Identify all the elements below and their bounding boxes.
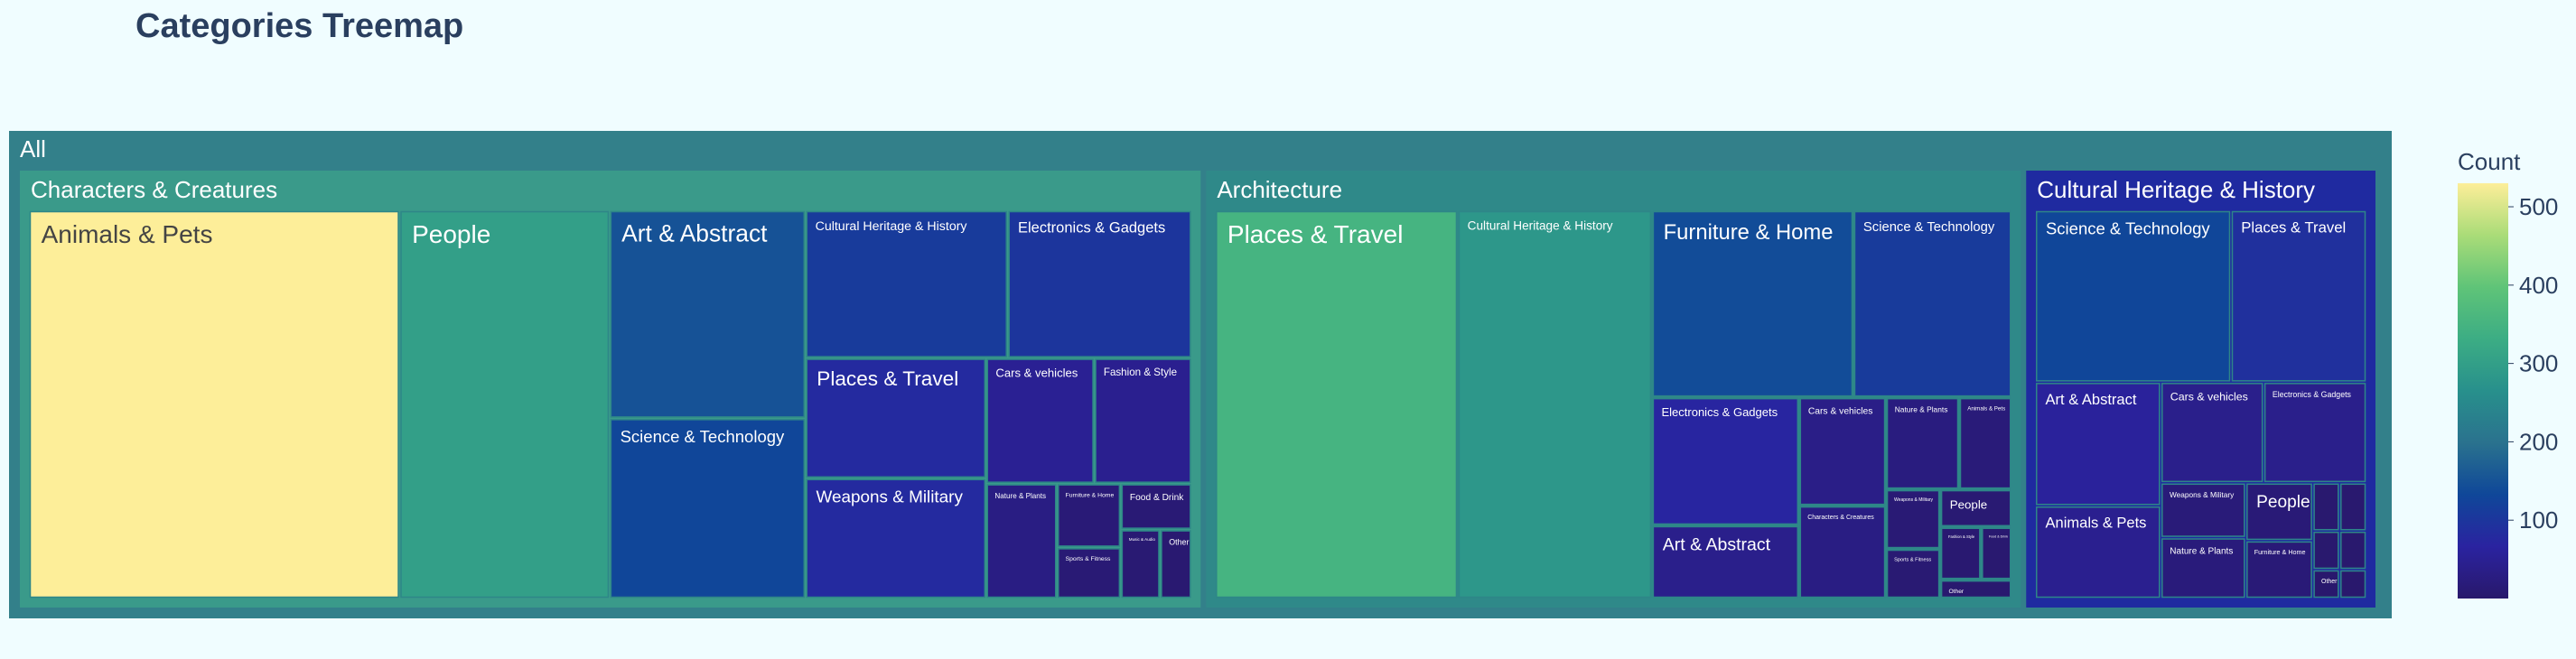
treemap-tile-label: Cultural Heritage & History [1468, 219, 1613, 233]
treemap-tile-label: Places & Travel [817, 367, 958, 390]
treemap-tile-label: People [1950, 497, 1987, 511]
colorbar-tick-label: 500 [2519, 193, 2558, 220]
treemap-tile-label: Animals & Pets [42, 220, 213, 248]
treemap-tile-label: Places & Travel [2241, 219, 2346, 237]
treemap-tile-label: Art & Abstract [2046, 392, 2137, 408]
treemap-tile-label: Science & Technology [621, 427, 785, 446]
treemap-tile-architecture-places-and-travel[interactable] [1216, 210, 1458, 599]
treemap-tile-architecture-animals-and-pets[interactable] [1959, 397, 2011, 489]
treemap-tile-label: Other [1948, 589, 1964, 595]
treemap-tile-cultural-heritage-and-history-characters-and-creatures[interactable] [2340, 570, 2366, 599]
colorbar-tick-label: 100 [2519, 506, 2558, 534]
colorbar [2458, 183, 2508, 599]
treemap-tile-characters-and-creatures-nature-and-plants[interactable] [986, 484, 1057, 599]
colorbar-tick-label: 200 [2519, 428, 2558, 455]
treemap-tile-characters-and-creatures-people[interactable] [400, 210, 610, 599]
colorbar-tick-label: 300 [2519, 350, 2558, 377]
treemap-tile-label: Nature & Plants [1895, 405, 1948, 414]
treemap-tile-label: Sports & Fitness [1894, 558, 1931, 563]
treemap-tile-characters-and-creatures-animals-and-pets[interactable] [29, 210, 399, 599]
treemap-tile-label: Fashion & Style [1104, 367, 1177, 378]
treemap-tile-cultural-heritage-and-history-food-and-drink[interactable] [2313, 531, 2339, 570]
treemap-tile-cultural-heritage-and-history-places-and-travel[interactable] [2231, 210, 2366, 382]
treemap-tile-characters-and-creatures-science-and-technology[interactable] [610, 419, 806, 599]
treemap-tile-label: Animals & Pets [1967, 405, 2005, 412]
treemap-root-label: All [20, 135, 46, 162]
colorbar-tick-label: 400 [2519, 272, 2558, 299]
treemap-tile-label: Characters & Creatures [1807, 515, 1874, 521]
treemap-tile-label: Weapons & Military [2170, 490, 2235, 499]
treemap-tile-label: Weapons & Military [817, 488, 964, 507]
treemap-tile-label: Food & Drink [1130, 493, 1184, 503]
treemap-tile-cultural-heritage-and-history-sports-and-fitness[interactable] [2340, 483, 2366, 531]
treemap-tile-label: Fashion & Style [1948, 534, 1975, 539]
treemap-tile-characters-and-creatures-food-and-drink[interactable] [1121, 484, 1191, 529]
treemap-tile-label: Other [2321, 579, 2338, 585]
treemap-tile-label: Sports & Fitness [1066, 556, 1111, 562]
treemap-tile-label: Nature & Plants [994, 492, 1046, 500]
treemap-parent-label: Characters & Creatures [31, 176, 277, 203]
treemap-parent-label: Cultural Heritage & History [2037, 176, 2315, 203]
treemap-tile-label: Nature & Plants [2170, 547, 2233, 557]
treemap-tile-label: Art & Abstract [1663, 534, 1771, 554]
treemap-tile-label: Cars & vehicles [1808, 406, 1873, 416]
treemap-tile-label: People [412, 220, 490, 248]
treemap-tile-label: Art & Abstract [621, 219, 768, 246]
treemap-tile-label: Other [1169, 537, 1189, 546]
treemap-tile-label: Furniture & Home [1664, 220, 1834, 245]
treemap-tile-label: Science & Technology [2046, 218, 2210, 237]
treemap-tile-label: Places & Travel [1227, 220, 1404, 248]
treemap-tile-label: Animals & Pets [2046, 515, 2147, 532]
treemap-tile-architecture-cultural-heritage-and-history[interactable] [1458, 210, 1652, 599]
treemap-tile-label: People [2256, 493, 2310, 512]
treemap-tile-label: Music & Audio [1129, 537, 1156, 542]
treemap-tile-label: Electronics & Gadgets [1661, 405, 1778, 419]
treemap-tile-label: Cars & vehicles [2170, 391, 2248, 404]
treemap-tile-label: Electronics & Gadgets [1018, 219, 1165, 236]
treemap-tile-label: Furniture & Home [1066, 492, 1115, 498]
treemap-tile-label: Science & Technology [1863, 220, 1995, 235]
treemap-tile-label: Furniture & Home [2254, 548, 2306, 556]
treemap-tile-cultural-heritage-and-history-fashion-and-style[interactable] [2313, 483, 2339, 531]
treemap-parent-label: Architecture [1217, 176, 1342, 203]
treemap-tile-label: Weapons & Military [1894, 497, 1933, 503]
colorbar-title: Count [2458, 148, 2521, 175]
treemap-tile-architecture-science-and-technology[interactable] [1853, 210, 2011, 397]
treemap-tile-label: Food & Drink [1989, 534, 2008, 538]
treemap-tile-cultural-heritage-and-history-music-and-audio[interactable] [2340, 531, 2366, 570]
treemap[interactable]: All Characters & Creatures Animals & Pets P… [0, 0, 2576, 659]
treemap-tile-label: Cultural Heritage & History [816, 219, 968, 234]
treemap-tile-label: Cars & vehicles [995, 367, 1078, 380]
treemap-tile-label: Electronics & Gadgets [2273, 390, 2352, 399]
